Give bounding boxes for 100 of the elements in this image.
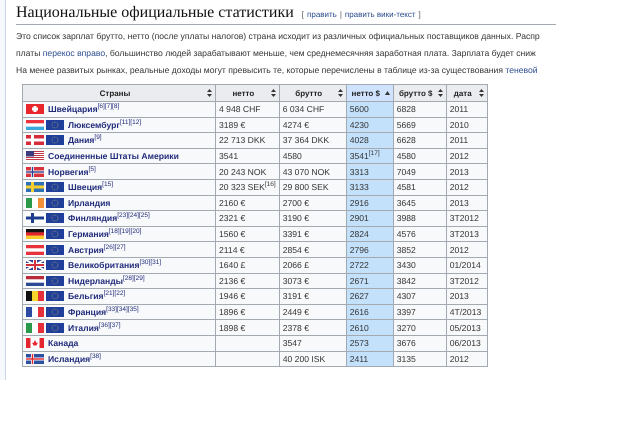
column-header[interactable]: брутто xyxy=(279,84,346,102)
flag-icon xyxy=(26,291,44,302)
flag-icon xyxy=(26,276,44,286)
country-link[interactable]: Ирландия xyxy=(68,198,110,208)
sort-icon[interactable] xyxy=(438,89,443,97)
table-cell: 6828 xyxy=(393,102,446,118)
table-cell: 3133 xyxy=(346,179,394,196)
sort-icon[interactable] xyxy=(478,89,484,97)
table-cell: 1946 € xyxy=(216,288,280,304)
table-cell: 3547 xyxy=(279,335,346,351)
table-cell: 3135 xyxy=(393,351,446,367)
table-cell: 2136 € xyxy=(216,273,280,289)
flag-icon xyxy=(46,276,64,286)
table-cell: 3073 € xyxy=(279,273,346,289)
paragraph-line: На менее развитых рынках, реальные доходы могут превысить те, которые перечислены в таблице из-за существования теневой xyxy=(16,64,539,77)
table-cell: 3397 xyxy=(393,304,446,320)
table-cell: 2321 € xyxy=(216,210,280,226)
country-link[interactable]: Канада xyxy=(48,338,78,348)
flag-icon xyxy=(46,135,64,146)
table-cell: 3430 xyxy=(393,257,446,274)
country-link[interactable]: Италия$^{[36][37]}$ xyxy=(68,322,121,333)
article-link[interactable]: теневой xyxy=(505,65,538,75)
sort-icon[interactable] xyxy=(338,89,343,97)
table-cell: 1640 £ xyxy=(216,257,280,274)
section-heading: Национальные официальные статистики xyxy=(16,4,294,22)
flag-icon xyxy=(26,120,44,130)
table-cell: 2013 xyxy=(446,164,488,180)
flag-icon xyxy=(46,229,64,240)
table-cell: 4274 € xyxy=(279,117,346,133)
table-cell: 2854 € xyxy=(279,242,346,258)
country-link[interactable]: Исландия$^{[38]}$ xyxy=(48,354,101,364)
table-cell: 29 800 SEK xyxy=(279,179,346,196)
country-link[interactable]: Дания$^{[9]}$ xyxy=(68,135,102,146)
table-cell: 3541$^{[17]}$ xyxy=(346,148,394,164)
country-link[interactable]: Норвегия$^{[5]}$ xyxy=(48,166,96,177)
table-cell: 4230 xyxy=(346,117,394,133)
table-cell: 6 034 CHF xyxy=(279,102,346,118)
separator: | xyxy=(340,10,342,19)
table-cell: 4 948 CHF xyxy=(216,102,280,118)
country-link[interactable]: Австрия$^{[26][27]}$ xyxy=(68,244,126,255)
table-cell: 2671 xyxy=(346,273,394,289)
table-cell: 3189 € xyxy=(216,117,280,133)
country-link[interactable]: Швеция$^{[15]}$ xyxy=(68,182,114,192)
table-cell: 4T/2013 xyxy=(446,304,488,320)
table-cell: 1896 € xyxy=(216,304,280,320)
table-cell: 3852 xyxy=(393,242,446,258)
table-cell: 7049 xyxy=(393,164,446,180)
table-cell: 3T2012 xyxy=(446,210,488,226)
paragraph-line: платы перекос вправо, большинство людей зарабатывают меньше, чем среднемесячняя заработная плата. Зарплата будет сниж xyxy=(16,47,537,60)
table-cell: 3988 xyxy=(393,210,446,226)
table-cell: 3270 xyxy=(393,320,446,336)
table-cell: 4576 xyxy=(393,226,446,242)
table-cell: 4580 xyxy=(279,148,346,164)
table-cell: 2010 xyxy=(446,117,488,133)
table-cell: 2573 xyxy=(346,335,394,351)
column-header[interactable]: брутто $ xyxy=(393,84,446,102)
table-cell: 2066 £ xyxy=(279,257,346,274)
table-cell: 3190 € xyxy=(279,210,346,226)
flag-icon xyxy=(46,307,64,318)
table-cell: 6628 xyxy=(393,132,446,148)
flag-icon xyxy=(26,213,44,224)
edit-link[interactable]: править вики-текст xyxy=(344,10,416,19)
table-cell: 20 323 SEK$^{[16]}$ xyxy=(216,179,280,196)
flag-icon xyxy=(26,307,44,318)
column-header[interactable]: дата xyxy=(446,84,488,102)
table-cell: 06/2013 xyxy=(446,335,488,351)
table-cell: 2160 € xyxy=(216,195,280,211)
table-cell: 3313 xyxy=(346,164,394,180)
flag-icon xyxy=(26,354,44,364)
table-cell: 4581 xyxy=(393,179,446,196)
sort-icon[interactable] xyxy=(270,89,276,97)
table-cell: 3391 € xyxy=(279,226,346,242)
table-cell: 43 070 NOK xyxy=(279,164,346,180)
flag-icon xyxy=(26,198,44,208)
table-cell: 2013 xyxy=(446,288,488,304)
flag-icon xyxy=(26,166,44,177)
flag-icon xyxy=(26,244,44,255)
article-link[interactable]: перекос вправо xyxy=(42,48,106,58)
edit-link[interactable]: править xyxy=(307,10,337,19)
table-cell: 2011 xyxy=(446,102,488,118)
flag-icon xyxy=(26,338,44,348)
country-link[interactable]: Бельгия$^{[21][22]}$ xyxy=(68,291,126,302)
table-cell: 40 200 ISK xyxy=(279,351,346,367)
table-cell: 1560 € xyxy=(216,226,280,242)
bracket: [ xyxy=(302,10,304,19)
flag-icon xyxy=(46,244,64,255)
table-cell: 2824 xyxy=(346,226,394,242)
table-cell: 2013 xyxy=(446,195,488,211)
flag-icon xyxy=(46,198,64,208)
table-cell: 05/2013 xyxy=(446,320,488,336)
table-cell: 2411 xyxy=(346,351,394,367)
column-header[interactable]: нетто $ xyxy=(346,84,394,102)
column-header[interactable]: Страны xyxy=(22,84,216,102)
paragraph-line: Это список зарплат брутто, нетто (после уплаты налогов) страна исходит из различных официальных поставщиков данных. Распр xyxy=(16,30,541,43)
sort-ascending-icon[interactable] xyxy=(384,91,390,95)
flag-icon xyxy=(46,213,64,224)
table-cell: 37 364 DKK xyxy=(279,132,346,148)
flag-icon xyxy=(46,291,64,302)
sort-icon[interactable] xyxy=(207,89,212,97)
column-header[interactable]: нетто xyxy=(216,84,280,102)
